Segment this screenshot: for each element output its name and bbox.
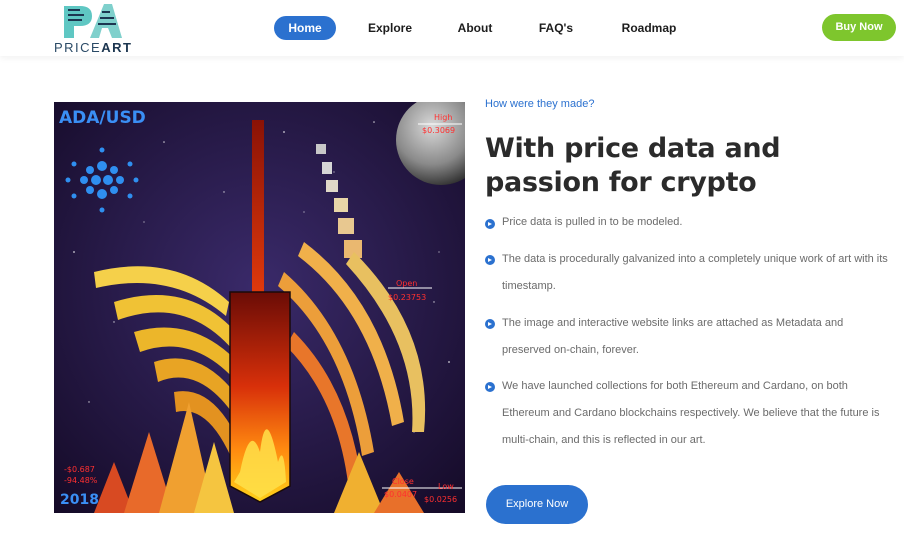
nav-explore[interactable]: Explore — [362, 16, 418, 40]
nav-faqs[interactable]: FAQ's — [532, 16, 580, 40]
section-headline: With price data and passion for crypto — [485, 133, 781, 198]
open-value: $0.23753 — [388, 293, 426, 302]
list-item-text: Price data is pulled in to be modeled. — [502, 216, 683, 228]
chevron-right-icon — [485, 382, 495, 392]
logo-wordmark: PRICEART — [54, 40, 133, 55]
site-header: PRICEART Home Explore About FAQ's Roadma… — [0, 0, 904, 56]
chevron-right-icon — [485, 219, 495, 229]
buy-now-button[interactable]: Buy Now — [822, 14, 896, 41]
low-value: $0.0256 — [424, 495, 457, 504]
chevron-right-icon — [485, 255, 495, 265]
high-label: High — [434, 113, 452, 122]
close-value: $0.0407 — [384, 490, 417, 499]
logo-mark-icon — [64, 4, 122, 38]
nft-artwork-image: ADA/USD High $0.3069 Open $0.23753 Close… — [54, 102, 465, 513]
change-value: -$0.687 — [64, 465, 95, 474]
open-label: Open — [396, 279, 417, 288]
list-item-text: The image and interactive website links … — [502, 317, 844, 356]
list-item-text: The data is procedurally galvanized into… — [502, 253, 888, 292]
list-item-text: We have launched collections for both Et… — [502, 380, 880, 446]
nav-roadmap[interactable]: Roadmap — [614, 16, 684, 40]
candle-wick — [252, 120, 264, 298]
year-label: 2018 — [60, 492, 99, 508]
explore-now-button[interactable]: Explore Now — [486, 485, 588, 524]
nav-home[interactable]: Home — [274, 16, 336, 40]
high-value: $0.3069 — [422, 126, 455, 135]
chevron-right-icon — [485, 319, 495, 329]
artwork-canvas: ADA/USD High $0.3069 Open $0.23753 Close… — [54, 102, 465, 513]
pair-label: ADA/USD — [59, 108, 146, 128]
low-label: Low — [438, 482, 454, 491]
nav-about[interactable]: About — [450, 16, 500, 40]
change-percent: -94.48% — [64, 476, 98, 485]
close-label: Close — [392, 477, 414, 486]
section-eyebrow: How were they made? — [485, 98, 595, 110]
priceart-logo[interactable]: PRICEART — [54, 2, 134, 55]
